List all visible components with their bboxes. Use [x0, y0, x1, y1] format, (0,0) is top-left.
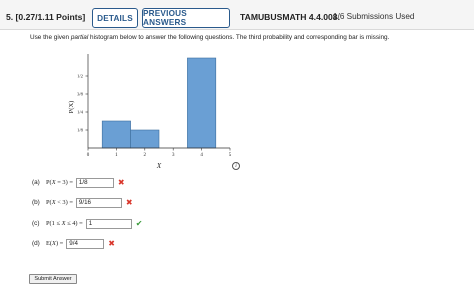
y-tick-label: 1/4 [77, 110, 84, 115]
answer-expression: P(1 ≤ X ≤ 4) = [46, 220, 83, 227]
expression-suffix: = 3) = [55, 179, 73, 186]
x-axis-label: X [156, 162, 162, 170]
y-axis-label: P(X) [68, 101, 75, 114]
answer-part-label: (d) [32, 240, 40, 247]
details-button[interactable]: DETAILS [92, 8, 138, 28]
expression-prefix: P(1 ≤ [46, 220, 62, 227]
histogram-bar [187, 57, 217, 149]
histogram-bar [130, 129, 160, 149]
x-tick-label: 4 [200, 153, 203, 158]
answer-input[interactable]: 9/16 [75, 197, 122, 208]
answer-part-label: (c) [32, 220, 40, 227]
submit-answer-button[interactable]: Submit Answer [29, 274, 77, 284]
x-tick-label: 5 [229, 153, 232, 158]
instructions-before: Use the given [30, 34, 71, 41]
y-tick-label: 1/2 [77, 74, 84, 79]
x-tick-label: 3 [172, 153, 175, 158]
instructions-after: histogram below to answer the following … [88, 34, 390, 41]
x-tick-label: 0 [87, 153, 90, 158]
answer-input[interactable]: 9/4 [66, 238, 105, 249]
incorrect-x-icon: ✖ [125, 198, 133, 207]
answer-row: (c) P(1 ≤ X ≤ 4) = 1 ✔ [32, 218, 142, 229]
answer-part-label: (a) [32, 179, 40, 186]
question-number: 5. [0.27/1.11 Points] [6, 12, 86, 22]
answer-input[interactable]: 1 [85, 218, 132, 229]
question-header: 5. [0.27/1.11 Points] DETAILS PREVIOUS A… [0, 0, 474, 30]
answer-row: (b) P(X < 3) = 9/16 ✖ [32, 197, 133, 208]
answer-part-label: (b) [32, 199, 40, 206]
incorrect-x-icon: ✖ [117, 178, 125, 187]
instructions-text: Use the given partial histogram below to… [30, 34, 389, 41]
x-tick-label: 1 [115, 153, 118, 158]
x-tick-label: 2 [144, 153, 147, 158]
previous-answers-button[interactable]: PREVIOUS ANSWERS [142, 8, 230, 28]
y-tick-label: 1/8 [77, 128, 84, 133]
expression-suffix: < 3) = [55, 199, 73, 206]
histogram-bar [101, 120, 131, 149]
answer-row: (a) P(X = 3) = 1/8 ✖ [32, 177, 125, 188]
instructions-emphasis: partial [70, 34, 89, 41]
expression-suffix: ) = [55, 240, 64, 247]
question-id: TAMUBUSMATH 4.4.008. [240, 12, 340, 22]
correct-check-icon: ✔ [135, 219, 143, 228]
answer-expression: P(X < 3) = [46, 199, 73, 206]
answer-input[interactable]: 1/8 [75, 177, 114, 188]
expression-suffix: ≤ 4) = [65, 220, 83, 227]
answer-row: (d) E(X) = 9/4 ✖ [32, 238, 115, 249]
incorrect-x-icon: ✖ [108, 239, 115, 248]
info-icon[interactable]: i [232, 162, 240, 170]
answer-expression: E(X) = [46, 240, 63, 247]
answer-expression: P(X = 3) = [46, 179, 73, 186]
y-tick-label: 3/8 [77, 92, 84, 97]
histogram-chart: 0 1 2 3 4 5 1/8 1/4 3/8 1/2 X P(X) [68, 54, 232, 170]
submissions-count: 1/6 Submissions Used [333, 12, 415, 21]
